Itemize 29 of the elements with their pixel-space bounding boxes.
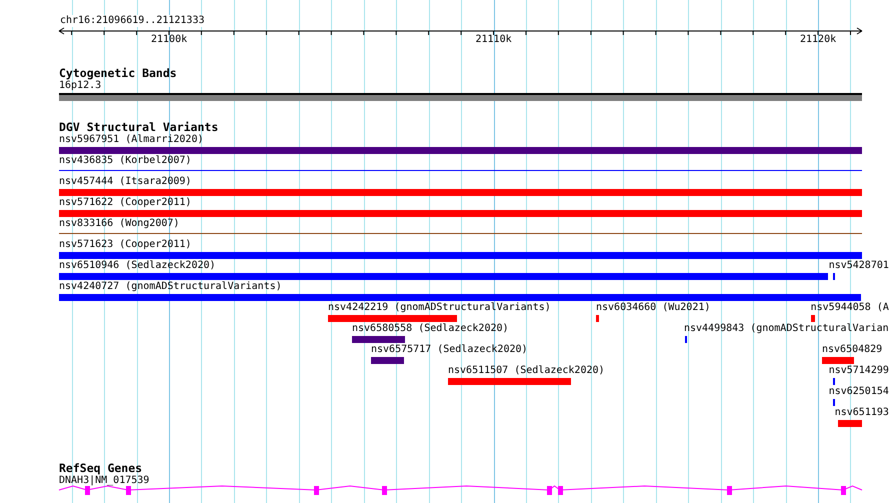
track-title: DGV Structural Variants: [59, 121, 218, 134]
feature-label: nsv6034660 (Wu2021): [596, 302, 710, 314]
feature-label: nsv6511507 (Sedlazeck2020): [448, 365, 605, 377]
tick-label: 21110k: [476, 34, 512, 46]
track-title: Cytogenetic Bands: [59, 67, 177, 80]
feature-label: nsv4240727 (gnomADStructuralVariants): [59, 281, 282, 293]
feature-label: nsv5944058 (A: [810, 302, 889, 314]
feature-label: nsv6504829: [822, 344, 882, 356]
feature-label: nsv6580558 (Sedlazeck2020): [352, 323, 509, 335]
feature-label: nsv5714299: [828, 365, 889, 377]
band-label: 16p12.3: [59, 80, 102, 92]
feature-label: nsv436835 (Korbel2007): [59, 155, 192, 167]
feature-label: nsv571623 (Cooper2011): [59, 239, 192, 251]
feature-label: nsv457444 (Itsara2009): [59, 176, 192, 188]
feature-label: nsv651193: [834, 407, 889, 419]
feature-label: nsv4242219 (gnomADStructuralVariants): [328, 302, 551, 314]
feature-label: nsv5967951 (Almarri2020): [59, 134, 204, 146]
track-title: RefSeq Genes: [59, 462, 142, 475]
gene-label: DNAH3|NM_017539: [59, 475, 150, 487]
feature-label: nsv6510946 (Sedlazeck2020): [59, 260, 216, 272]
feature-label: nsv571622 (Cooper2011): [59, 197, 192, 209]
feature-label: nsv6575717 (Sedlazeck2020): [371, 344, 528, 356]
ruler-title: chr16:21096619..21121333: [60, 15, 204, 27]
feature-label: nsv6250154: [828, 386, 889, 398]
feature-label: nsv5428701: [828, 260, 889, 272]
tick-label: 21100k: [151, 34, 188, 46]
feature-label: nsv833166 (Wong2007): [59, 218, 180, 230]
feature-label: nsv4499843 (gnomADStructuralVarian: [684, 323, 889, 335]
tick-label: 21120k: [800, 34, 836, 46]
